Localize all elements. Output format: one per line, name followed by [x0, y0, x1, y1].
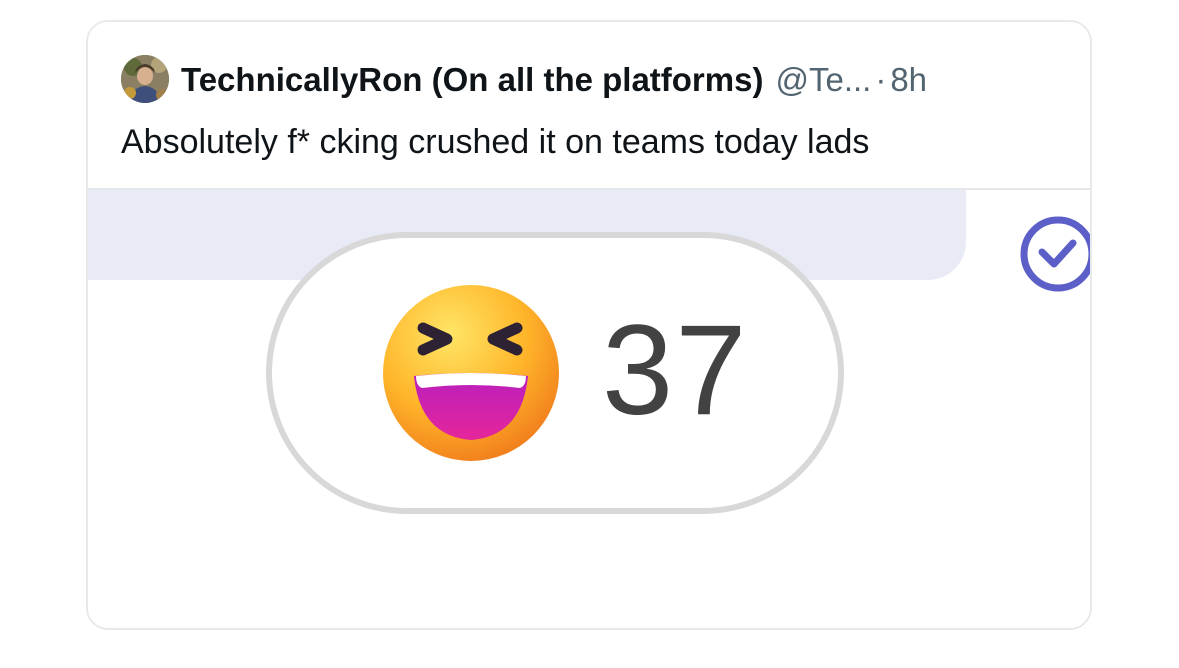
tweet-header: TechnicallyRon (On all the platforms) @Te…: [88, 22, 1090, 190]
timestamp[interactable]: 8h: [890, 61, 927, 98]
laughing-squinting-face-icon: [383, 285, 559, 461]
reaction-pill[interactable]: 37: [266, 232, 844, 514]
check-circle-icon: [1020, 216, 1090, 292]
avatar-image: [121, 55, 169, 103]
teams-screenshot: 37: [88, 148, 1090, 628]
avatar[interactable]: [121, 55, 169, 103]
tweet-card[interactable]: TechnicallyRon (On all the platforms) @Te…: [86, 20, 1092, 630]
author-line: TechnicallyRon (On all the platforms) @Te…: [181, 58, 927, 102]
separator-dot: ·: [875, 61, 887, 98]
tweet-text: Absolutely f* cking crushed it on teams …: [121, 123, 870, 161]
reaction-count: 37: [602, 299, 749, 442]
author-handle[interactable]: @Te...: [775, 61, 871, 98]
author-name[interactable]: TechnicallyRon (On all the platforms): [181, 61, 763, 98]
